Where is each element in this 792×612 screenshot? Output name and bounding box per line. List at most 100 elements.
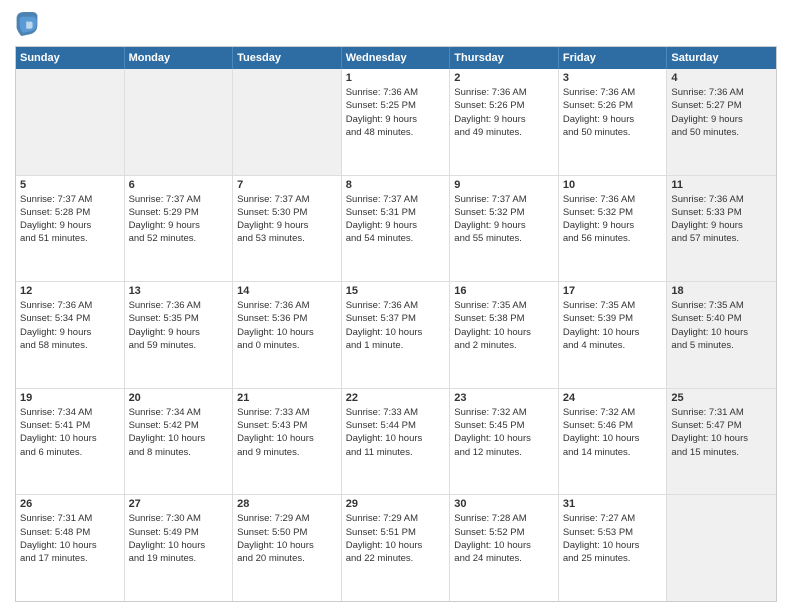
calendar-cell: 26 Sunrise: 7:31 AM Sunset: 5:48 PM Dayli… xyxy=(16,495,125,601)
day-number: 31 xyxy=(563,498,663,510)
calendar-cell: 8 Sunrise: 7:37 AM Sunset: 5:31 PM Daylig… xyxy=(342,176,451,282)
calendar-cell: 6 Sunrise: 7:37 AM Sunset: 5:29 PM Daylig… xyxy=(125,176,234,282)
calendar-cell: 15Sunrise: 7:36 AM Sunset: 5:37 PM Dayli… xyxy=(342,282,451,388)
calendar-cell: 24 Sunrise: 7:32 AM Sunset: 5:46 PM Dayli… xyxy=(559,389,668,495)
day-number: 8 xyxy=(346,179,446,191)
calendar-cell: 21 Sunrise: 7:33 AM Sunset: 5:43 PM Dayli… xyxy=(233,389,342,495)
day-number: 25 xyxy=(671,392,772,404)
day-number: 5 xyxy=(20,179,120,191)
cell-info: Sunrise: 7:36 AM Sunset: 5:34 PM Dayligh… xyxy=(20,299,120,352)
cell-info: Sunrise: 7:37 AM Sunset: 5:29 PM Dayligh… xyxy=(129,193,229,246)
day-number: 2 xyxy=(454,72,554,84)
day-number: 30 xyxy=(454,498,554,510)
day-number: 20 xyxy=(129,392,229,404)
cell-info: Sunrise: 7:33 AM Sunset: 5:44 PM Dayligh… xyxy=(346,406,446,459)
calendar-cell: 5 Sunrise: 7:37 AM Sunset: 5:28 PM Daylig… xyxy=(16,176,125,282)
calendar-cell: 25Sunrise: 7:31 AM Sunset: 5:47 PM Dayli… xyxy=(667,389,776,495)
calendar-cell: 4Sunrise: 7:36 AM Sunset: 5:27 PM Daylig… xyxy=(667,69,776,175)
calendar-cell: 10 Sunrise: 7:36 AM Sunset: 5:32 PM Dayli… xyxy=(559,176,668,282)
calendar-cell: 22 Sunrise: 7:33 AM Sunset: 5:44 PM Dayli… xyxy=(342,389,451,495)
cell-info: Sunrise: 7:37 AM Sunset: 5:32 PM Dayligh… xyxy=(454,193,554,246)
day-number: 11 xyxy=(671,179,772,191)
calendar-cell: 2 Sunrise: 7:36 AM Sunset: 5:26 PM Daylig… xyxy=(450,69,559,175)
day-number: 18 xyxy=(671,285,772,297)
day-number: 10 xyxy=(563,179,663,191)
header-day: Monday xyxy=(125,47,234,69)
cell-info: Sunrise: 7:31 AM Sunset: 5:48 PM Dayligh… xyxy=(20,512,120,565)
day-number: 7 xyxy=(237,179,337,191)
cell-info: Sunrise: 7:37 AM Sunset: 5:31 PM Dayligh… xyxy=(346,193,446,246)
day-number: 6 xyxy=(129,179,229,191)
logo xyxy=(15,10,41,38)
cell-info: Sunrise: 7:30 AM Sunset: 5:49 PM Dayligh… xyxy=(129,512,229,565)
calendar-cell: 9 Sunrise: 7:37 AM Sunset: 5:32 PM Daylig… xyxy=(450,176,559,282)
calendar-week: 19 Sunrise: 7:34 AM Sunset: 5:41 PM Dayli… xyxy=(16,389,776,496)
cell-info: Sunrise: 7:36 AM Sunset: 5:27 PM Dayligh… xyxy=(671,86,772,139)
day-number: 12 xyxy=(20,285,120,297)
header-day: Saturday xyxy=(667,47,776,69)
cell-info: Sunrise: 7:35 AM Sunset: 5:40 PM Dayligh… xyxy=(671,299,772,352)
cell-info: Sunrise: 7:34 AM Sunset: 5:41 PM Dayligh… xyxy=(20,406,120,459)
day-number: 22 xyxy=(346,392,446,404)
calendar-cell: 11 Sunrise: 7:36 AM Sunset: 5:33 PM Dayli… xyxy=(667,176,776,282)
calendar-week: 1 Sunrise: 7:36 AM Sunset: 5:25 PM Daylig… xyxy=(16,69,776,176)
cell-info: Sunrise: 7:36 AM Sunset: 5:32 PM Dayligh… xyxy=(563,193,663,246)
calendar-body: 1 Sunrise: 7:36 AM Sunset: 5:25 PM Daylig… xyxy=(16,69,776,601)
day-number: 9 xyxy=(454,179,554,191)
cell-info: Sunrise: 7:36 AM Sunset: 5:35 PM Dayligh… xyxy=(129,299,229,352)
calendar-cell: 31 Sunrise: 7:27 AM Sunset: 5:53 PM Dayli… xyxy=(559,495,668,601)
day-number: 14 xyxy=(237,285,337,297)
day-number: 16 xyxy=(454,285,554,297)
cell-info: Sunrise: 7:35 AM Sunset: 5:39 PM Dayligh… xyxy=(563,299,663,352)
day-number: 19 xyxy=(20,392,120,404)
day-number: 1 xyxy=(346,72,446,84)
cell-info: Sunrise: 7:27 AM Sunset: 5:53 PM Dayligh… xyxy=(563,512,663,565)
header-day: Wednesday xyxy=(342,47,451,69)
logo-icon xyxy=(15,10,39,38)
calendar-cell xyxy=(16,69,125,175)
cell-info: Sunrise: 7:33 AM Sunset: 5:43 PM Dayligh… xyxy=(237,406,337,459)
cell-info: Sunrise: 7:36 AM Sunset: 5:36 PM Dayligh… xyxy=(237,299,337,352)
day-number: 15 xyxy=(346,285,446,297)
calendar-cell: 16 Sunrise: 7:35 AM Sunset: 5:38 PM Dayli… xyxy=(450,282,559,388)
calendar-cell: 30 Sunrise: 7:28 AM Sunset: 5:52 PM Dayli… xyxy=(450,495,559,601)
header-day: Tuesday xyxy=(233,47,342,69)
cell-info: Sunrise: 7:36 AM Sunset: 5:26 PM Dayligh… xyxy=(563,86,663,139)
calendar-cell xyxy=(125,69,234,175)
header-day: Sunday xyxy=(16,47,125,69)
calendar-cell: 3 Sunrise: 7:36 AM Sunset: 5:26 PM Daylig… xyxy=(559,69,668,175)
cell-info: Sunrise: 7:34 AM Sunset: 5:42 PM Dayligh… xyxy=(129,406,229,459)
day-number: 26 xyxy=(20,498,120,510)
cell-info: Sunrise: 7:32 AM Sunset: 5:46 PM Dayligh… xyxy=(563,406,663,459)
calendar-cell xyxy=(233,69,342,175)
day-number: 13 xyxy=(129,285,229,297)
day-number: 28 xyxy=(237,498,337,510)
day-number: 24 xyxy=(563,392,663,404)
calendar-cell: 1 Sunrise: 7:36 AM Sunset: 5:25 PM Daylig… xyxy=(342,69,451,175)
day-number: 23 xyxy=(454,392,554,404)
calendar-cell: 27Sunrise: 7:30 AM Sunset: 5:49 PM Dayli… xyxy=(125,495,234,601)
cell-info: Sunrise: 7:36 AM Sunset: 5:25 PM Dayligh… xyxy=(346,86,446,139)
calendar-cell xyxy=(667,495,776,601)
calendar-cell: 7Sunrise: 7:37 AM Sunset: 5:30 PM Daylig… xyxy=(233,176,342,282)
cell-info: Sunrise: 7:29 AM Sunset: 5:51 PM Dayligh… xyxy=(346,512,446,565)
calendar-cell: 29Sunrise: 7:29 AM Sunset: 5:51 PM Dayli… xyxy=(342,495,451,601)
day-number: 3 xyxy=(563,72,663,84)
calendar-cell: 17Sunrise: 7:35 AM Sunset: 5:39 PM Dayli… xyxy=(559,282,668,388)
cell-info: Sunrise: 7:36 AM Sunset: 5:33 PM Dayligh… xyxy=(671,193,772,246)
cell-info: Sunrise: 7:32 AM Sunset: 5:45 PM Dayligh… xyxy=(454,406,554,459)
cell-info: Sunrise: 7:37 AM Sunset: 5:28 PM Dayligh… xyxy=(20,193,120,246)
cell-info: Sunrise: 7:28 AM Sunset: 5:52 PM Dayligh… xyxy=(454,512,554,565)
calendar-cell: 28 Sunrise: 7:29 AM Sunset: 5:50 PM Dayli… xyxy=(233,495,342,601)
cell-info: Sunrise: 7:36 AM Sunset: 5:26 PM Dayligh… xyxy=(454,86,554,139)
calendar-cell: 18 Sunrise: 7:35 AM Sunset: 5:40 PM Dayli… xyxy=(667,282,776,388)
calendar-header: SundayMondayTuesdayWednesdayThursdayFrid… xyxy=(16,47,776,69)
calendar-week: 5 Sunrise: 7:37 AM Sunset: 5:28 PM Daylig… xyxy=(16,176,776,283)
calendar-cell: 23 Sunrise: 7:32 AM Sunset: 5:45 PM Dayli… xyxy=(450,389,559,495)
calendar-week: 26 Sunrise: 7:31 AM Sunset: 5:48 PM Dayli… xyxy=(16,495,776,601)
day-number: 21 xyxy=(237,392,337,404)
calendar: SundayMondayTuesdayWednesdayThursdayFrid… xyxy=(15,46,777,602)
cell-info: Sunrise: 7:29 AM Sunset: 5:50 PM Dayligh… xyxy=(237,512,337,565)
page: SundayMondayTuesdayWednesdayThursdayFrid… xyxy=(0,0,792,612)
cell-info: Sunrise: 7:35 AM Sunset: 5:38 PM Dayligh… xyxy=(454,299,554,352)
